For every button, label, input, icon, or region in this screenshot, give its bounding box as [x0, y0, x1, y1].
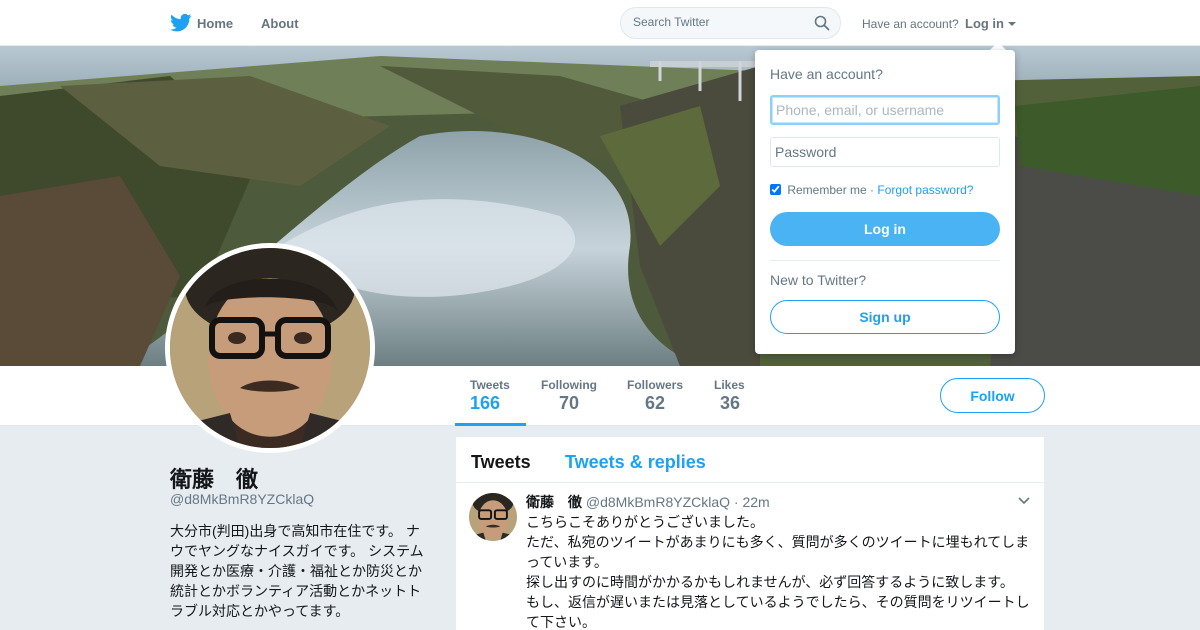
stat-likes[interactable]: Likes 36 [714, 378, 745, 414]
tweet-author-handle[interactable]: @d8MkBmR8YZCklaQ [586, 494, 730, 510]
avatar-image [170, 248, 370, 448]
tweet-timestamp[interactable]: · 22m [734, 494, 770, 510]
remember-checkbox[interactable] [770, 184, 781, 195]
stat-value: 36 [720, 393, 741, 413]
nav-home-link[interactable]: Home [197, 16, 233, 31]
stat-followers[interactable]: Followers 62 [627, 378, 683, 414]
tweet-text: こちらこそありがとうございました。 ただ、私宛のツイートがあまりにも多く、質問が… [526, 512, 1034, 630]
timeline: Tweets Tweets & replies 衛藤 徹 @d8MkBmR8YZ… [456, 437, 1044, 630]
stat-value: 62 [645, 393, 666, 413]
nav-about-link[interactable]: About [261, 16, 299, 31]
follow-button[interactable]: Follow [940, 378, 1045, 413]
tweet-author-name[interactable]: 衛藤 徹 [526, 494, 582, 510]
profile-bio: 大分市(判田)出身で高知市在住です。 ナウでヤングなナイスガイです。 システム開… [170, 523, 424, 619]
tweet-line: ただ、私宛のツイートがあまりにも多く、質問が多くのツイートに埋もれてしまっていま… [526, 534, 1030, 570]
tab-tweets-replies[interactable]: Tweets & replies [565, 452, 706, 473]
stat-following[interactable]: Following 70 [541, 378, 597, 414]
stat-tweets[interactable]: Tweets 166 [470, 378, 510, 414]
remember-row: Remember me · Forgot password? [770, 183, 973, 197]
top-navbar: Home About Have an account? Log in [0, 0, 1200, 46]
login-button[interactable]: Log in [770, 212, 1000, 246]
separator-dot: · [870, 183, 875, 197]
active-tab-indicator [455, 423, 526, 426]
forgot-password-link[interactable]: Forgot password? [877, 183, 973, 197]
search-icon[interactable] [814, 15, 830, 31]
stat-value: 70 [559, 393, 580, 413]
timeline-tabs: Tweets Tweets & replies [456, 437, 1044, 483]
username-field[interactable] [770, 95, 1000, 125]
twitter-bird-icon[interactable] [170, 13, 192, 33]
profile-name[interactable]: 衛藤 徹 [170, 462, 258, 494]
stat-label: Following [541, 378, 597, 392]
profile-avatar[interactable] [165, 243, 375, 453]
dropdown-arrow [990, 42, 1006, 50]
login-menu-toggle[interactable]: Log in [965, 16, 1004, 31]
remember-label[interactable]: Remember me [787, 183, 866, 197]
profile-handle[interactable]: @d8MkBmR8YZCklaQ [170, 491, 314, 507]
dropdown-title: Have an account? [770, 66, 883, 82]
login-dropdown: Have an account? Remember me · Forgot pa… [755, 50, 1015, 354]
new-to-twitter-text: New to Twitter? [770, 272, 867, 288]
have-account-text: Have an account? [862, 17, 959, 31]
search-box[interactable] [620, 7, 841, 39]
tweet-header: 衛藤 徹 @d8MkBmR8YZCklaQ · 22m [526, 492, 770, 512]
chevron-down-icon[interactable] [1018, 497, 1030, 505]
password-field[interactable] [770, 137, 1000, 167]
tweet-line: 探し出すのに時間がかかるかもしれませんが、必ず回答するように致します。 [526, 574, 1014, 590]
stat-value: 166 [470, 393, 501, 413]
signup-button[interactable]: Sign up [770, 300, 1000, 334]
divider [770, 260, 1000, 261]
stat-label: Tweets [470, 378, 510, 392]
tweet-line: こちらこそありがとうございました。 [526, 514, 764, 530]
caret-down-icon[interactable] [1008, 22, 1016, 26]
stat-label: Followers [627, 378, 684, 392]
stat-label: Likes [714, 378, 745, 392]
tweet-line: もし、返信が遅いまたは見落としているようでしたら、その質問をリツイートして下さい… [526, 594, 1030, 630]
tab-tweets[interactable]: Tweets [471, 452, 531, 473]
tweet-avatar[interactable] [469, 493, 517, 541]
search-input[interactable] [633, 15, 813, 29]
